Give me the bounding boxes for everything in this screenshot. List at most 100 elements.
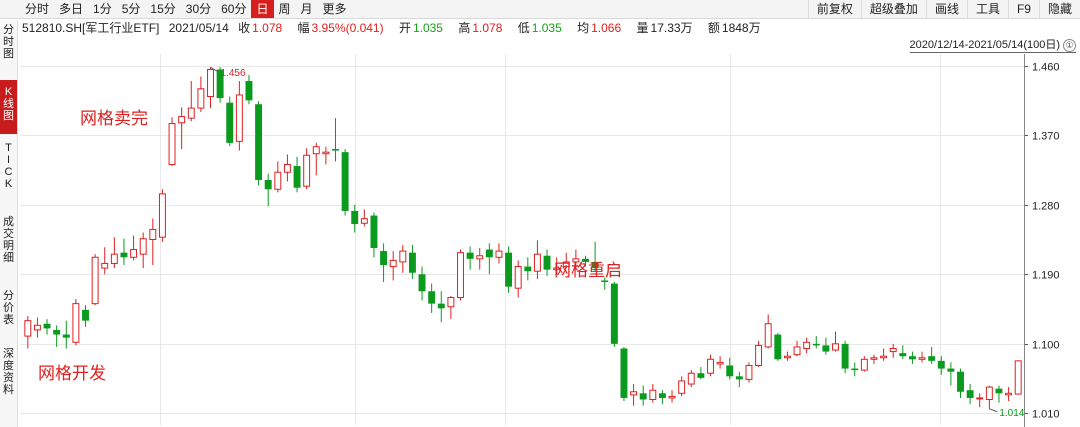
candle-body-up [187,107,195,119]
high-label: 高 [458,21,471,35]
candle-body-down [726,365,734,377]
candle-body-up [24,320,32,337]
change-field: 幅 3.95%(0.041) [298,21,390,35]
candle-body-up [860,358,868,371]
candle-body-up [274,171,282,190]
candle-body-down [62,334,70,338]
candle-body-up [918,357,926,360]
side-tab-intraday-chart[interactable]: 分 时 图 [0,24,17,60]
candle-body-up [668,395,676,399]
tab-period-30min[interactable]: 30分 [181,0,216,18]
candle-body-up [687,372,695,385]
candle-body-down [524,266,532,272]
tab-period-60min[interactable]: 60分 [216,0,251,18]
candle-body-down [543,255,551,270]
candle-body-up [495,250,503,258]
candle-body-down [697,373,705,378]
candle-body-down [437,303,445,309]
low-value: 1.035 [531,21,562,35]
candle-body-down [851,368,859,371]
candle-body-down [293,166,301,188]
candle-body-up [33,324,41,331]
candle-body-down [735,376,743,380]
candle-body-down [408,252,416,273]
side-tab-trade-detail[interactable]: 成 交 明 细 [0,216,17,264]
side-tab-kline-chart[interactable]: K 线 图 [0,80,17,134]
tab-period-5min[interactable]: 5分 [117,0,146,18]
kline-chart: 1.460 1.370 1.280 1.190 1.100 1.010 1.456 1.01… [20,54,1060,427]
price-axis: 1.460 1.370 1.280 1.190 1.100 1.010 [1024,54,1060,427]
tab-period-day[interactable]: 日 [251,0,274,18]
close-field: 收 1.078 [238,21,288,35]
annotation-grid-sold: 网格卖完 [80,109,148,128]
candle-body-down [226,102,234,143]
side-tab-bar: 分 时 图 K 线 图 T I C K 成 交 明 细 分 价 表 深 度 资 … [0,20,18,427]
candle-body-up [880,355,888,359]
tab-period-month[interactable]: 月 [296,0,318,18]
candle-body-down [264,179,272,190]
candle-body-up [1005,392,1013,396]
candle-body-down [82,309,89,321]
y-tick-label: 1.010 [1032,409,1060,421]
tab-period-1min[interactable]: 1分 [88,0,117,18]
date-range-selector[interactable]: 2020/12/14-2021/05/14(100日) ① [909,38,1076,53]
candle-body-up [110,253,118,264]
candle-body-up [130,249,138,258]
y-tick-label: 1.370 [1032,131,1060,143]
candle-body-down [428,291,436,304]
candle-body-up [803,341,811,349]
annotation-grid-start: 网格开发 [38,364,106,383]
candle-body-up [360,218,368,224]
close-label: 收 [238,21,251,35]
candle-body-up [389,259,397,268]
candle-body-down [774,334,782,360]
y-tick-label: 1.190 [1032,270,1060,282]
amount-field: 额 1848万 [708,21,767,35]
hide-button[interactable]: 隐藏 [1038,0,1080,18]
open-label: 开 [398,21,411,35]
candle-body-up [178,116,186,124]
candle-body-down [43,323,51,329]
candle-body-up [976,397,984,400]
tools-button[interactable]: 工具 [966,0,1008,18]
tool-buttons: 前复权 超级叠加 画线 工具 F9 隐藏 [807,0,1080,18]
volume-field: 量 17.33万 [637,21,699,35]
candle-body-down [418,274,426,292]
amount-label: 额 [707,21,720,35]
quote-info-row: 512810.SH[军工行业ETF] 2021/05/14 收 1.078 幅 3.… [22,20,773,36]
range-info-icon[interactable]: ① [1063,38,1076,52]
candle-body-up [168,123,176,166]
tab-period-more[interactable]: 更多 [318,0,352,18]
draw-line-button[interactable]: 画线 [925,0,967,18]
candle-body-up [322,151,330,155]
tab-period-multiday[interactable]: 多日 [54,0,88,18]
forward-adjust-button[interactable]: 前复权 [807,0,861,18]
candle-body-down [505,252,513,287]
candle-body-down [620,348,628,398]
candle-body-up [303,154,311,187]
super-overlay-button[interactable]: 超级叠加 [860,0,926,18]
candle-body-down [610,283,618,344]
side-tab-depth-data[interactable]: 深 度 资 料 [0,348,17,396]
candle-body-up [1014,360,1022,395]
f9-button[interactable]: F9 [1007,0,1039,18]
extreme-labels: 1.456 1.014 [210,66,1025,419]
avg-label: 均 [577,21,590,35]
candle-body-up [745,364,753,380]
tab-period-15min[interactable]: 15分 [145,0,180,18]
candle-body-up [139,238,147,255]
volume-value: 17.33万 [650,21,693,35]
side-tab-price-table[interactable]: 分 价 表 [0,290,17,326]
tab-period-intraday[interactable]: 分时 [20,0,54,18]
candle-body-up [678,380,686,394]
candle-body-up [630,391,638,396]
candle-body-down [841,343,849,369]
tab-period-week[interactable]: 周 [274,0,296,18]
candle-body-down [957,371,964,392]
candle-body-up [91,256,99,305]
side-tab-tick[interactable]: T I C K [0,142,17,190]
candle-body-down [639,393,647,400]
close-value: 1.078 [252,21,283,35]
min-pointer [989,408,998,413]
candle-body-up [793,346,801,356]
